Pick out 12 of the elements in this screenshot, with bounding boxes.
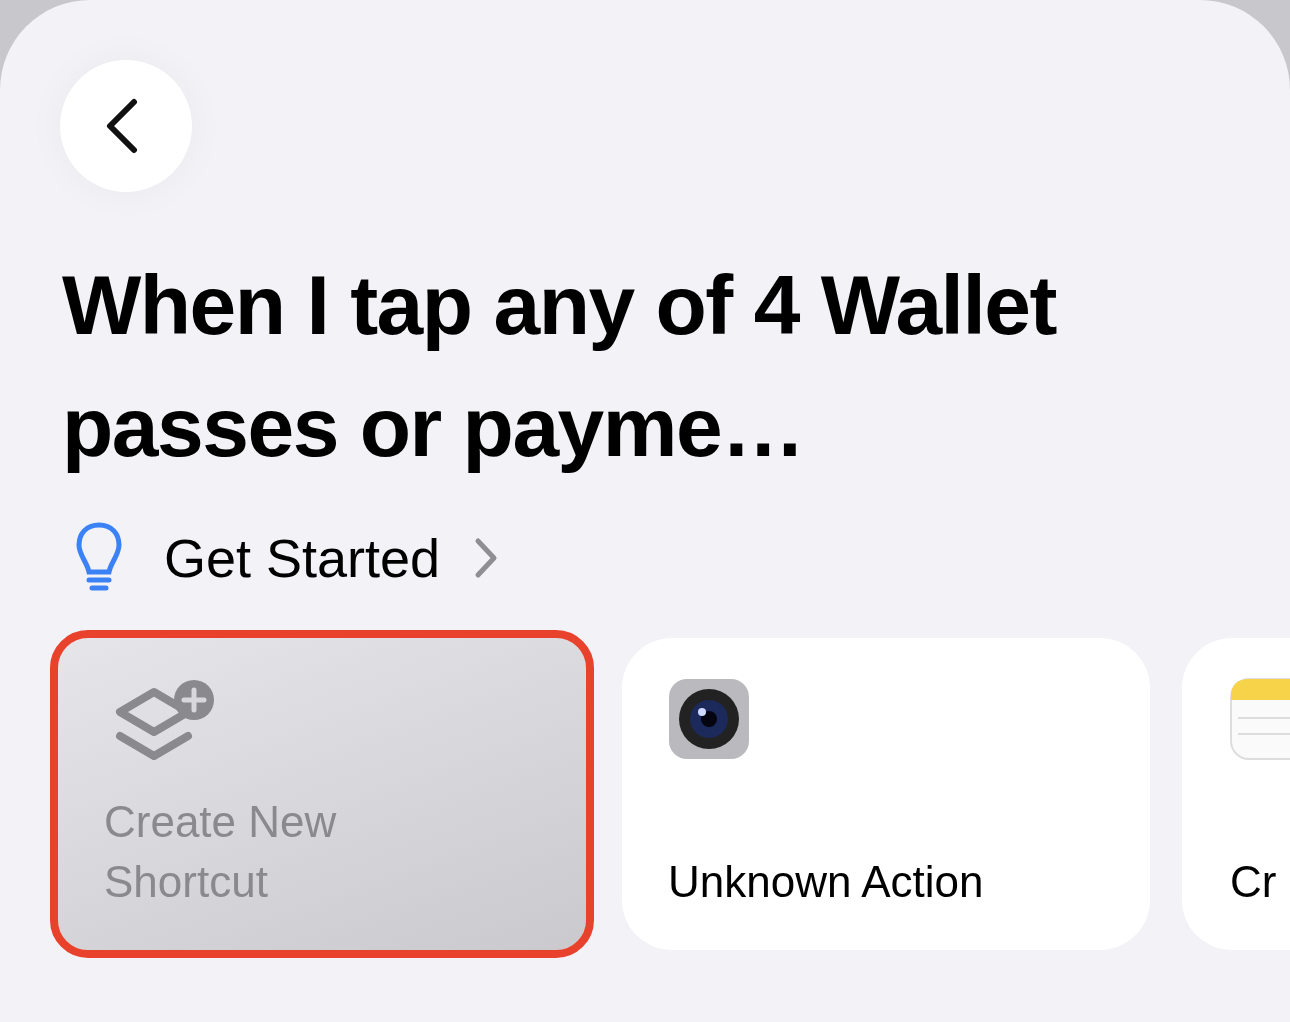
camera-lens-icon: [668, 678, 750, 760]
get-started-link[interactable]: Get Started: [76, 522, 499, 594]
card-label: Create New Shortcut: [104, 796, 338, 908]
page-title: When I tap any of 4 Wallet passes or payme…: [62, 257, 1058, 476]
card-label: Cr: [1230, 856, 1278, 908]
shortcut-card[interactable]: Cr: [1182, 638, 1290, 950]
notes-icon: [1230, 678, 1290, 760]
shortcut-card[interactable]: Unknown Action: [622, 638, 1150, 950]
card-label: Unknown Action: [668, 856, 985, 908]
lightbulb-icon: [76, 522, 122, 594]
chevron-left-icon: [104, 98, 140, 154]
chevron-right-icon: [474, 537, 499, 579]
